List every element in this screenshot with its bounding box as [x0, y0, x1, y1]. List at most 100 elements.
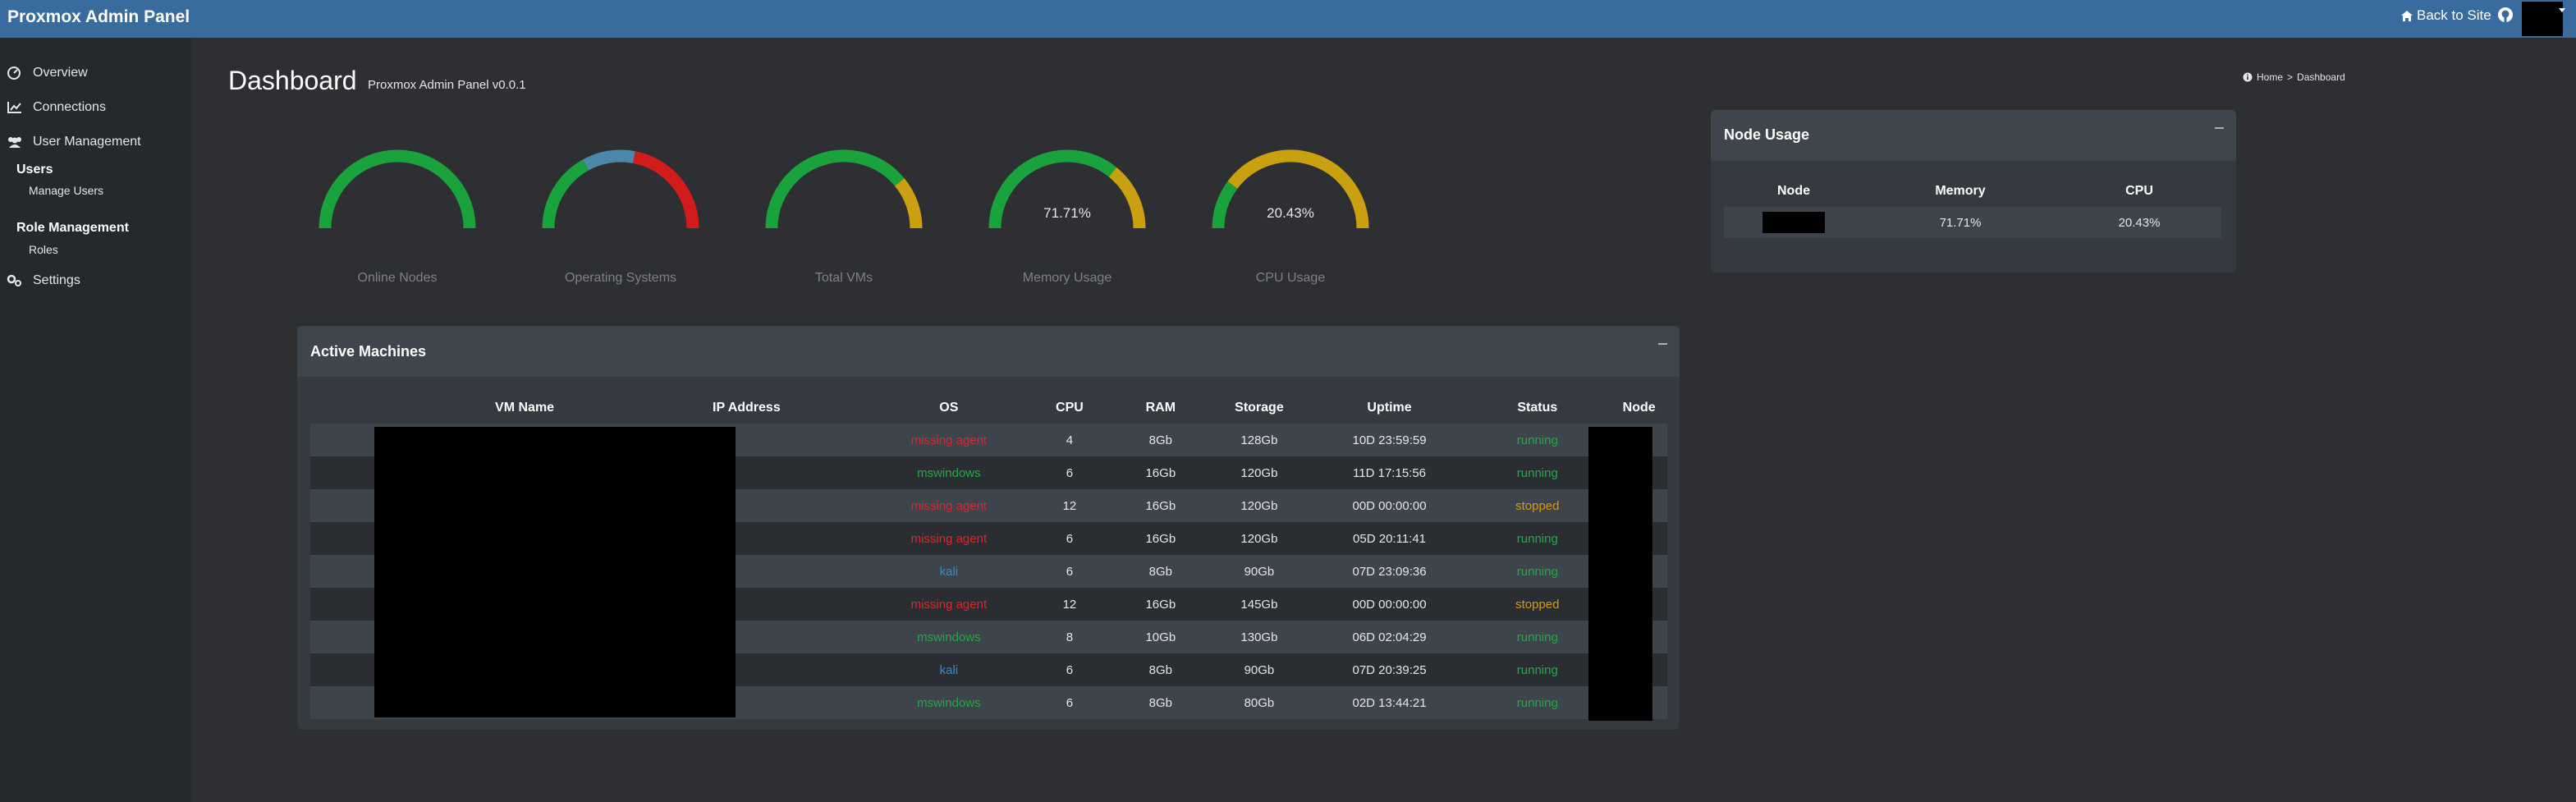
breadcrumb-separator: >: [2287, 71, 2294, 83]
column-header: CPU: [1056, 401, 1084, 415]
node-cell: [1724, 207, 1863, 238]
gauge-segment: [319, 149, 476, 229]
github-icon[interactable]: [2497, 7, 2514, 23]
os-cell: kali: [877, 555, 1021, 588]
sidebar-item-manage-users[interactable]: Manage Users: [29, 184, 103, 197]
cpu-cell: 6: [1020, 686, 1119, 719]
column-header: IP Address: [713, 401, 781, 415]
uptime-cell: 05D 20:11:41: [1315, 522, 1464, 555]
sidebar-item-overview[interactable]: Overview: [7, 66, 88, 80]
back-to-site-link[interactable]: Back to Site: [2400, 7, 2491, 24]
column-header: Uptime: [1367, 401, 1412, 415]
collapse-icon[interactable]: [2215, 127, 2224, 129]
table-header-row: Node Memory CPU: [1724, 176, 2221, 207]
sidebar-item-label: Settings: [33, 273, 80, 287]
gauge-segment: [894, 178, 923, 229]
column-header: CPU: [2125, 184, 2153, 198]
cpu-cell: 12: [1020, 489, 1119, 522]
storage-cell: 130Gb: [1203, 621, 1316, 653]
sidebar-item-label: User Management: [33, 135, 141, 149]
uptime-cell: 00D 00:00:00: [1315, 489, 1464, 522]
column-header: Memory: [1935, 184, 1986, 198]
breadcrumb-current: Dashboard: [2297, 71, 2345, 83]
ram-cell: 10Gb: [1118, 621, 1203, 653]
os-cell: missing agent: [877, 588, 1021, 621]
cpu-cell: 8: [1020, 621, 1119, 653]
uptime-cell: 10D 23:59:59: [1315, 424, 1464, 456]
uptime-cell: 00D 00:00:00: [1315, 588, 1464, 621]
os-cell: missing agent: [877, 522, 1021, 555]
gauge-arc: [542, 149, 699, 229]
sidebar-item-roles[interactable]: Roles: [29, 243, 58, 256]
gauge-value: 71.71%: [1043, 205, 1091, 221]
storage-cell: 120Gb: [1203, 456, 1316, 489]
redacted-node-names: [1588, 427, 1652, 721]
uptime-cell: 11D 17:15:56: [1315, 456, 1464, 489]
collapse-icon[interactable]: [1658, 343, 1667, 345]
page-subtitle: Proxmox Admin Panel v0.0.1: [368, 78, 526, 92]
cpu-cell: 4: [1020, 424, 1119, 456]
gauge-label: Total VMs: [814, 271, 873, 285]
gauge-value: 20.43%: [1267, 205, 1314, 221]
column-header: OS: [939, 401, 959, 415]
column-header: Storage: [1235, 401, 1284, 415]
os-cell: mswindows: [877, 686, 1021, 719]
node-usage-table: Node Memory CPU 71.71% 20.43%: [1724, 176, 2221, 238]
os-cell: mswindows: [877, 456, 1021, 489]
column-header: Node: [1622, 401, 1656, 415]
brand-title[interactable]: Proxmox Admin Panel: [7, 7, 190, 27]
table-header-row: VM Name IP Address OS CPU RAM Storage Up…: [310, 392, 1666, 424]
sidebar-item-user-management[interactable]: User Management: [7, 135, 141, 149]
cpu-cell: 20.43%: [2057, 207, 2221, 238]
column-header: Node: [1777, 184, 1810, 198]
ram-cell: 8Gb: [1118, 424, 1203, 456]
storage-cell: 90Gb: [1203, 555, 1316, 588]
chevron-down-icon[interactable]: [2559, 8, 2565, 12]
ram-cell: 16Gb: [1118, 489, 1203, 522]
panel-title: Node Usage: [1724, 126, 1810, 143]
home-icon: [2401, 10, 2413, 21]
info-icon: [2243, 72, 2253, 82]
os-cell: missing agent: [877, 489, 1021, 522]
operating-systems-gauge: Operating Systems: [530, 146, 711, 294]
top-navbar: Proxmox Admin Panel Back to Site: [0, 0, 2576, 38]
storage-cell: 120Gb: [1203, 522, 1316, 555]
uptime-cell: 07D 23:09:36: [1315, 555, 1464, 588]
ram-cell: 8Gb: [1118, 686, 1203, 719]
sidebar-item-connections[interactable]: Connections: [7, 100, 106, 115]
uptime-cell: 06D 02:04:29: [1315, 621, 1464, 653]
os-cell: kali: [877, 653, 1021, 686]
online-nodes-gauge: Online Nodes: [307, 146, 488, 294]
ram-cell: 16Gb: [1118, 522, 1203, 555]
memory-cell: 71.71%: [1863, 207, 2057, 238]
gauge-segment: [765, 149, 905, 229]
cpu-cell: 6: [1020, 456, 1119, 489]
sidebar-item-label: Overview: [33, 66, 88, 80]
sidebar: Overview Connections User Management Use…: [0, 38, 191, 802]
panel-title: Active Machines: [310, 343, 427, 360]
column-header: RAM: [1145, 401, 1176, 415]
table-row: 71.71% 20.43%: [1724, 207, 2221, 238]
ram-cell: 8Gb: [1118, 555, 1203, 588]
breadcrumb: Home > Dashboard: [2243, 71, 2345, 83]
gauge-segment: [632, 151, 699, 229]
breadcrumb-home[interactable]: Home: [2257, 71, 2283, 83]
ram-cell: 8Gb: [1118, 653, 1203, 686]
page-title: Dashboard: [228, 66, 357, 95]
sidebar-item-settings[interactable]: Settings: [7, 273, 80, 288]
chart-line-icon: [7, 102, 21, 113]
storage-cell: 90Gb: [1203, 653, 1316, 686]
storage-cell: 145Gb: [1203, 588, 1316, 621]
cpu-usage-gauge: 20.43% CPU Usage: [1200, 146, 1381, 294]
cpu-cell: 12: [1020, 588, 1119, 621]
redacted-vm-names: [374, 427, 736, 717]
os-cell: missing agent: [877, 424, 1021, 456]
gauge-segment: [542, 159, 589, 229]
memory-usage-gauge: 71.71% Memory Usage: [977, 146, 1157, 294]
uptime-cell: 07D 20:39:25: [1315, 653, 1464, 686]
os-cell: mswindows: [877, 621, 1021, 653]
column-header: Status: [1517, 401, 1558, 415]
user-avatar[interactable]: [2522, 2, 2563, 36]
sidebar-item-label: Connections: [33, 100, 106, 114]
role-management-heading: Role Management: [16, 221, 129, 235]
